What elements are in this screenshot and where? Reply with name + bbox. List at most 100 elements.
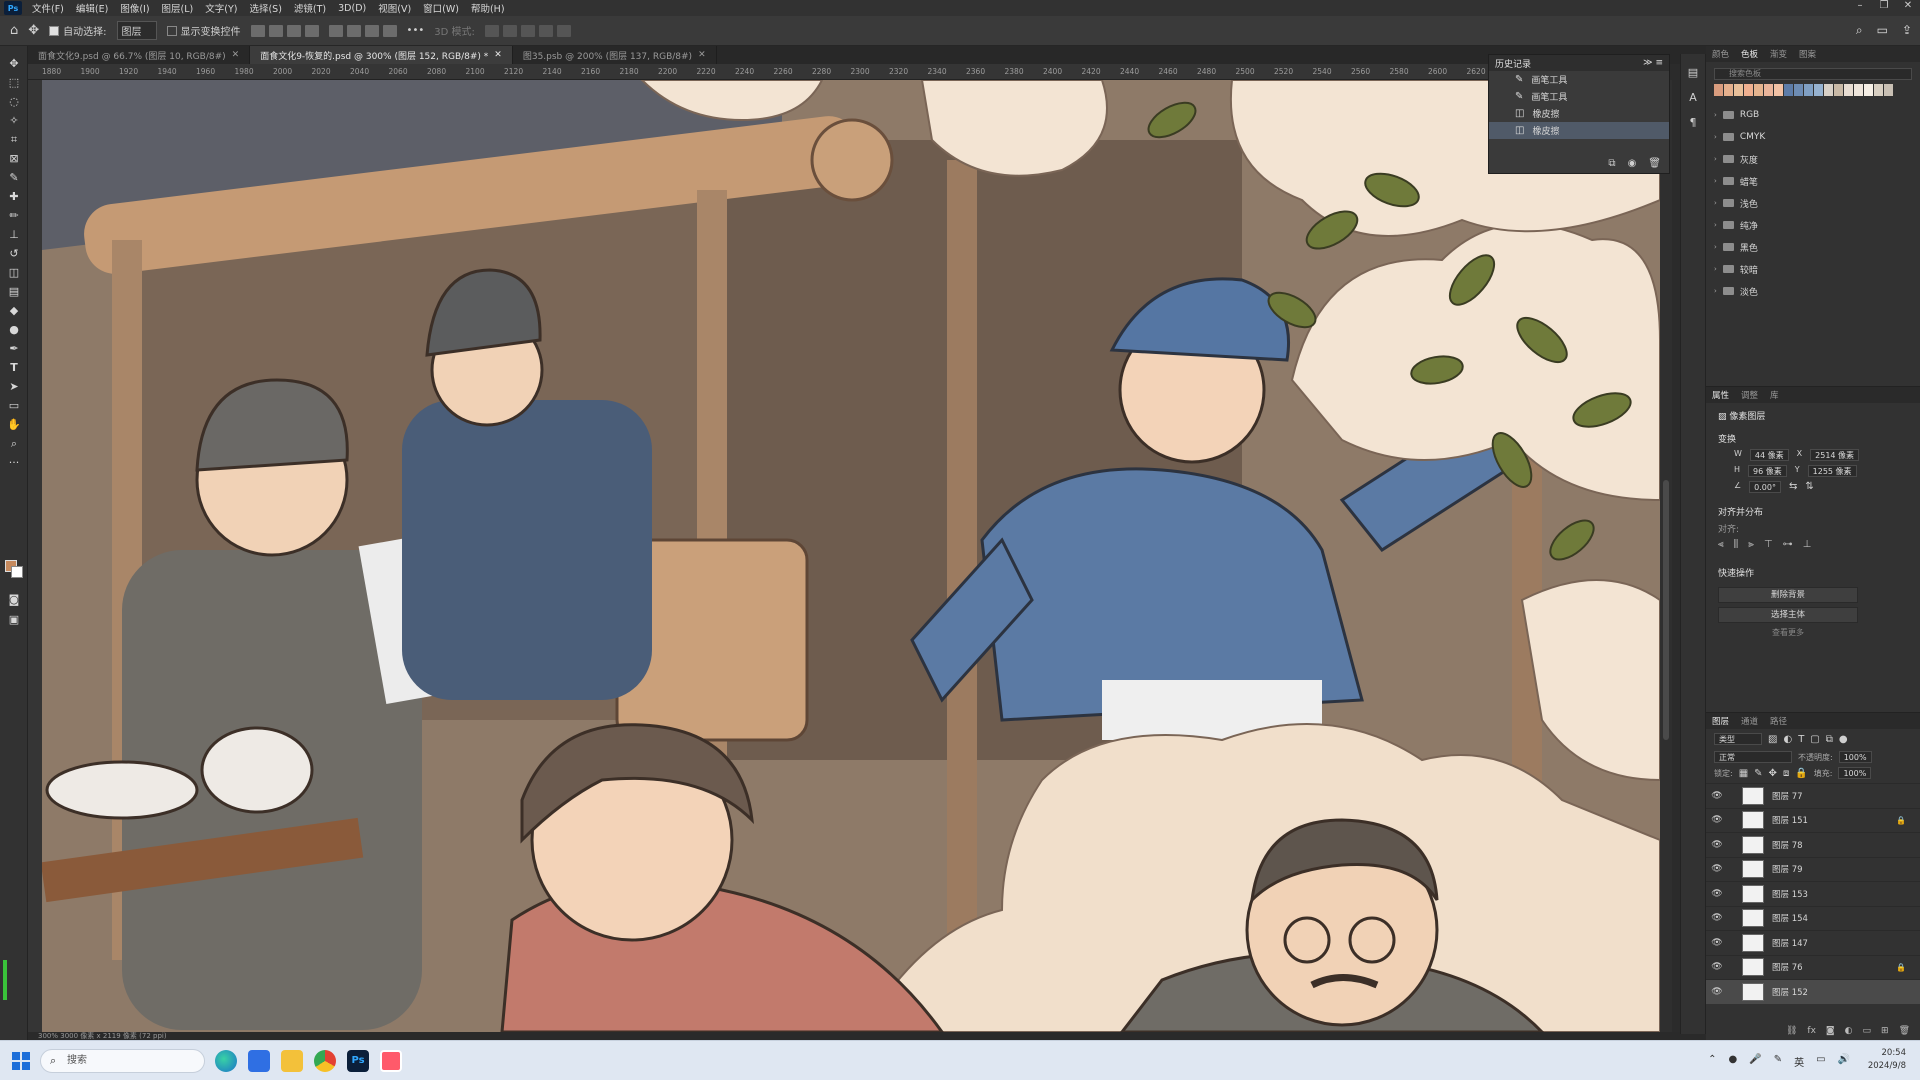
lasso-tool-icon[interactable]: ◌ bbox=[0, 92, 28, 111]
trash-icon[interactable]: 🗑 bbox=[1648, 158, 1661, 169]
history-panel-icon[interactable]: ▤ bbox=[1681, 66, 1705, 79]
3d-orbit-icon[interactable] bbox=[484, 24, 499, 37]
remove-background-button[interactable]: 删除背景 bbox=[1718, 587, 1858, 603]
tab-swatches[interactable]: 色板 bbox=[1735, 48, 1764, 60]
pen-icon[interactable]: ✎ bbox=[1774, 1054, 1782, 1069]
align-center-icon[interactable] bbox=[268, 24, 283, 37]
screen-mode-icon[interactable]: ▣ bbox=[0, 610, 28, 629]
paragraph-panel-icon[interactable]: ¶ bbox=[1681, 116, 1705, 129]
view-more-link[interactable]: 查看更多 bbox=[1718, 627, 1858, 638]
layer-row[interactable]: 👁 图层 79 bbox=[1706, 856, 1920, 882]
menu-image[interactable]: 图像(I) bbox=[114, 1, 155, 15]
tab-properties[interactable]: 属性 bbox=[1706, 389, 1735, 401]
swatch-color[interactable] bbox=[1804, 84, 1813, 96]
chevron-right-icon[interactable]: › bbox=[1714, 287, 1717, 295]
history-item[interactable]: ✎ 画笔工具 bbox=[1489, 88, 1669, 105]
layer-row[interactable]: 👁 图层 147 bbox=[1706, 930, 1920, 955]
eraser-tool-icon[interactable]: ◫ bbox=[0, 263, 28, 282]
filter-smart-icon[interactable]: ⧉ bbox=[1826, 734, 1833, 745]
swatch-folder[interactable]: › 黑色 bbox=[1706, 236, 1920, 258]
distribute-vertical-icon[interactable] bbox=[382, 24, 397, 37]
3d-scale-icon[interactable] bbox=[556, 24, 571, 37]
delete-layer-icon[interactable]: 🗑 bbox=[1899, 1026, 1910, 1040]
menu-select[interactable]: 选择(S) bbox=[243, 1, 287, 15]
link-layers-icon[interactable]: ⛓ bbox=[1786, 1026, 1797, 1040]
swatch-color[interactable] bbox=[1834, 84, 1843, 96]
chevron-right-icon[interactable]: › bbox=[1714, 111, 1717, 119]
swatch-color[interactable] bbox=[1824, 84, 1833, 96]
tab-paths[interactable]: 路径 bbox=[1764, 715, 1793, 727]
marquee-tool-icon[interactable]: ⬚ bbox=[0, 73, 28, 92]
menu-filter[interactable]: 滤镜(T) bbox=[288, 1, 332, 15]
menu-type[interactable]: 文字(Y) bbox=[199, 1, 243, 15]
layer-row[interactable]: 👁 图层 76 🔒 bbox=[1706, 954, 1920, 980]
opacity-field[interactable]: 100% bbox=[1838, 751, 1872, 763]
new-group-icon[interactable]: ▭ bbox=[1863, 1026, 1872, 1040]
filter-pixel-icon[interactable]: ▨ bbox=[1768, 734, 1777, 745]
flip-vertical-icon[interactable]: ⇅ bbox=[1805, 481, 1813, 493]
3d-slide-icon[interactable] bbox=[538, 24, 553, 37]
visibility-eye-icon[interactable]: 👁 bbox=[1706, 889, 1728, 899]
crop-tool-icon[interactable]: ⌗ bbox=[0, 130, 28, 149]
lock-artboard-icon[interactable]: ⧈ bbox=[1783, 768, 1789, 779]
volume-icon[interactable]: 🔊 bbox=[1838, 1054, 1850, 1069]
healing-tool-icon[interactable]: ✚ bbox=[0, 187, 28, 206]
filter-shape-icon[interactable]: ▢ bbox=[1810, 734, 1819, 745]
network-icon[interactable]: ▭ bbox=[1816, 1054, 1825, 1069]
frame-tool-icon[interactable]: ⊠ bbox=[0, 149, 28, 168]
x-field[interactable]: 2514 像素 bbox=[1810, 449, 1860, 461]
swatch-folder[interactable]: › 淡色 bbox=[1706, 280, 1920, 302]
align-left-edges-icon[interactable]: ⫷ bbox=[1718, 539, 1724, 550]
lock-transparent-icon[interactable]: ▦ bbox=[1739, 768, 1748, 779]
swatch-color[interactable] bbox=[1784, 84, 1793, 96]
adjustment-layer-icon[interactable]: ◐ bbox=[1845, 1026, 1853, 1040]
type-tool-icon[interactable]: T bbox=[0, 358, 28, 377]
flip-horizontal-icon[interactable]: ⇆ bbox=[1789, 481, 1797, 493]
move-tool-icon[interactable]: ✥ bbox=[0, 54, 28, 73]
tab-gradients[interactable]: 渐变 bbox=[1764, 48, 1793, 60]
swatch-folder[interactable]: › RGB bbox=[1706, 104, 1920, 126]
layer-style-icon[interactable]: fx bbox=[1807, 1026, 1816, 1040]
swatch-folder[interactable]: › 灰度 bbox=[1706, 148, 1920, 170]
align-left-icon[interactable] bbox=[250, 24, 265, 37]
blur-tool-icon[interactable]: ◆ bbox=[0, 301, 28, 320]
eyedropper-tool-icon[interactable]: ✎ bbox=[0, 168, 28, 187]
more-options-icon[interactable]: ••• bbox=[407, 25, 425, 36]
swatch-color[interactable] bbox=[1874, 84, 1883, 96]
edge-browser-icon[interactable] bbox=[215, 1050, 237, 1072]
menu-edit[interactable]: 编辑(E) bbox=[70, 1, 114, 15]
gradient-tool-icon[interactable]: ▤ bbox=[0, 282, 28, 301]
tab-layers[interactable]: 图层 bbox=[1706, 715, 1735, 727]
close-icon[interactable]: ✕ bbox=[698, 50, 706, 60]
tray-app-icon[interactable]: ● bbox=[1729, 1054, 1738, 1069]
align-top-edges-icon[interactable]: ⊤ bbox=[1764, 539, 1773, 550]
3d-pan-icon[interactable] bbox=[520, 24, 535, 37]
layer-row[interactable]: 👁 图层 153 bbox=[1706, 881, 1920, 906]
more-tools-icon[interactable]: ··· bbox=[0, 453, 28, 472]
align-right-icon[interactable] bbox=[286, 24, 301, 37]
swatch-color[interactable] bbox=[1884, 84, 1893, 96]
shape-tool-icon[interactable]: ▭ bbox=[0, 396, 28, 415]
angle-field[interactable]: 0.00° bbox=[1749, 481, 1781, 493]
hand-tool-icon[interactable]: ✋ bbox=[0, 415, 28, 434]
pen-tool-icon[interactable]: ✒ bbox=[0, 339, 28, 358]
layer-row[interactable]: 👁 图层 77 bbox=[1706, 783, 1920, 808]
filter-type-icon[interactable]: T bbox=[1798, 734, 1804, 745]
chevron-right-icon[interactable]: › bbox=[1714, 155, 1717, 163]
visibility-eye-icon[interactable]: 👁 bbox=[1706, 791, 1728, 801]
align-bottom-icon[interactable] bbox=[364, 24, 379, 37]
windows-start-icon[interactable] bbox=[12, 1052, 30, 1070]
align-v-centers-icon[interactable]: ⊶ bbox=[1783, 539, 1793, 550]
dodge-tool-icon[interactable]: ● bbox=[0, 320, 28, 339]
new-layer-icon[interactable]: ⊞ bbox=[1881, 1026, 1889, 1040]
width-field[interactable]: 44 像素 bbox=[1749, 449, 1789, 461]
input-method-icon[interactable]: 英 bbox=[1794, 1054, 1804, 1069]
tray-expand-icon[interactable]: ⌃ bbox=[1708, 1054, 1716, 1069]
path-select-tool-icon[interactable]: ➤ bbox=[0, 377, 28, 396]
history-brush-tool-icon[interactable]: ↺ bbox=[0, 244, 28, 263]
layer-row[interactable]: 👁 图层 78 bbox=[1706, 832, 1920, 857]
clock[interactable]: 20:54 2024/9/8 bbox=[1868, 1047, 1906, 1073]
menu-window[interactable]: 窗口(W) bbox=[417, 1, 465, 15]
align-middle-icon[interactable] bbox=[346, 24, 361, 37]
swatch-color[interactable] bbox=[1714, 84, 1723, 96]
